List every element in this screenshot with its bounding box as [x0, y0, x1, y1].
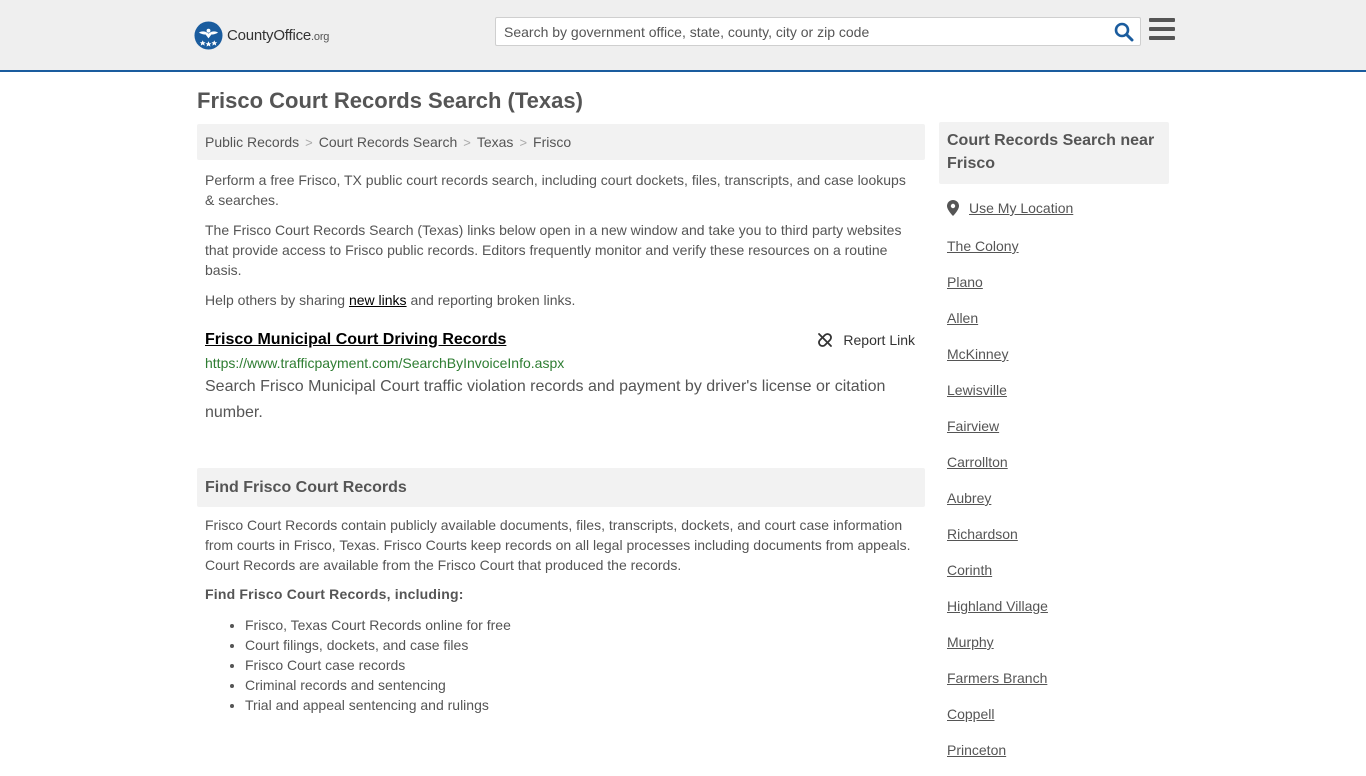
share-text-end: and reporting broken links. — [406, 292, 576, 308]
nearby-city-link[interactable]: Corinth — [947, 562, 992, 578]
nearby-city-link[interactable]: Farmers Branch — [947, 670, 1047, 686]
search-box — [495, 17, 1141, 46]
list-item: McKinney — [947, 344, 1048, 380]
use-location-row: Use My Location — [947, 200, 1073, 216]
nearby-city-link[interactable]: Fairview — [947, 418, 999, 434]
list-item: Lewisville — [947, 380, 1048, 416]
search-icon[interactable] — [1114, 22, 1134, 42]
result-item: Frisco Municipal Court Driving Records h… — [197, 328, 925, 426]
find-records-paragraph: Frisco Court Records contain publicly av… — [205, 517, 911, 573]
list-item: Coppell — [947, 704, 1048, 740]
new-links-link[interactable]: new links — [349, 292, 407, 308]
logo-text: CountyOffice.org — [227, 27, 329, 44]
nearby-city-link[interactable]: Aubrey — [947, 490, 991, 506]
breadcrumb-texas[interactable]: Texas — [477, 134, 514, 150]
disclaimer-paragraph: The Frisco Court Records Search (Texas) … — [205, 222, 902, 278]
list-item: Court filings, dockets, and case files — [245, 635, 511, 655]
intro-paragraph: Perform a free Frisco, TX public court r… — [205, 172, 906, 208]
share-paragraph: Help others by sharing new links and rep… — [197, 290, 925, 310]
find-records-subheading: Find Frisco Court Records, including: — [205, 586, 464, 602]
share-text: Help others by sharing — [205, 292, 349, 308]
list-item: Frisco, Texas Court Records online for f… — [245, 615, 511, 635]
use-my-location-link[interactable]: Use My Location — [969, 200, 1073, 216]
sidebar-heading: Court Records Search near Frisco — [939, 122, 1169, 184]
logo-seal-icon — [194, 20, 223, 50]
list-item: Plano — [947, 272, 1048, 308]
list-item: Corinth — [947, 560, 1048, 596]
site-header: CountyOffice.org — [0, 0, 1366, 72]
menu-bar — [1149, 36, 1175, 40]
nearby-city-link[interactable]: Carrollton — [947, 454, 1008, 470]
breadcrumb-frisco[interactable]: Frisco — [533, 134, 571, 150]
result-title-link[interactable]: Frisco Municipal Court Driving Records — [205, 331, 506, 348]
nearby-city-link[interactable]: McKinney — [947, 346, 1008, 362]
breadcrumb-separator: > — [519, 134, 528, 150]
list-item: Allen — [947, 308, 1048, 344]
list-item: Highland Village — [947, 596, 1048, 632]
list-item: Murphy — [947, 632, 1048, 668]
breadcrumb-separator: > — [463, 134, 471, 150]
breadcrumb-separator: > — [305, 134, 313, 150]
nearby-city-link[interactable]: Richardson — [947, 526, 1018, 542]
report-link-button[interactable]: Report Link — [817, 332, 915, 348]
report-link-label: Report Link — [843, 332, 915, 348]
nearby-city-link[interactable]: Lewisville — [947, 382, 1007, 398]
nearby-city-link[interactable]: Murphy — [947, 634, 994, 650]
list-item: Farmers Branch — [947, 668, 1048, 704]
find-records-heading: Find Frisco Court Records — [197, 468, 925, 507]
menu-bar — [1149, 27, 1175, 31]
list-item: Richardson — [947, 524, 1048, 560]
find-records-list: Frisco, Texas Court Records online for f… — [197, 615, 511, 715]
search-input[interactable] — [496, 18, 1106, 45]
list-item: The Colony — [947, 236, 1048, 272]
breadcrumb: Public Records > Court Records Search > … — [197, 124, 925, 160]
nearby-city-link[interactable]: Princeton — [947, 742, 1006, 758]
nearby-city-link[interactable]: Allen — [947, 310, 978, 326]
breadcrumb-court-records-search[interactable]: Court Records Search — [319, 134, 458, 150]
list-item: Carrollton — [947, 452, 1048, 488]
list-item: Fairview — [947, 416, 1048, 452]
main-content: Public Records > Court Records Search > … — [197, 124, 925, 713]
broken-link-icon — [818, 333, 833, 347]
result-url: https://www.trafficpayment.com/SearchByI… — [205, 355, 565, 371]
map-pin-icon — [947, 200, 959, 216]
nearby-city-link[interactable]: Plano — [947, 274, 983, 290]
list-item: Criminal records and sentencing — [245, 675, 511, 695]
site-logo[interactable]: CountyOffice.org — [194, 20, 329, 50]
page-title: Frisco Court Records Search (Texas) — [197, 88, 583, 113]
nearby-city-link[interactable]: Coppell — [947, 706, 994, 722]
logo-tld: .org — [311, 30, 330, 43]
nearby-city-link[interactable]: Highland Village — [947, 598, 1048, 614]
list-item: Princeton — [947, 740, 1048, 776]
menu-bar — [1149, 18, 1175, 22]
list-item: Frisco Court case records — [245, 655, 511, 675]
nearby-city-link[interactable]: The Colony — [947, 238, 1019, 254]
list-item: Trial and appeal sentencing and rulings — [245, 695, 511, 715]
nearby-sidebar: Court Records Search near Frisco Use My … — [939, 122, 1169, 758]
list-item: Aubrey — [947, 488, 1048, 524]
logo-brand: CountyOffice — [227, 26, 312, 44]
result-description: Search Frisco Municipal Court traffic vi… — [205, 378, 886, 421]
breadcrumb-public-records[interactable]: Public Records — [205, 134, 299, 150]
nearby-city-list: The Colony Plano Allen McKinney Lewisvil… — [947, 236, 1048, 776]
hamburger-menu-icon[interactable] — [1149, 18, 1175, 42]
